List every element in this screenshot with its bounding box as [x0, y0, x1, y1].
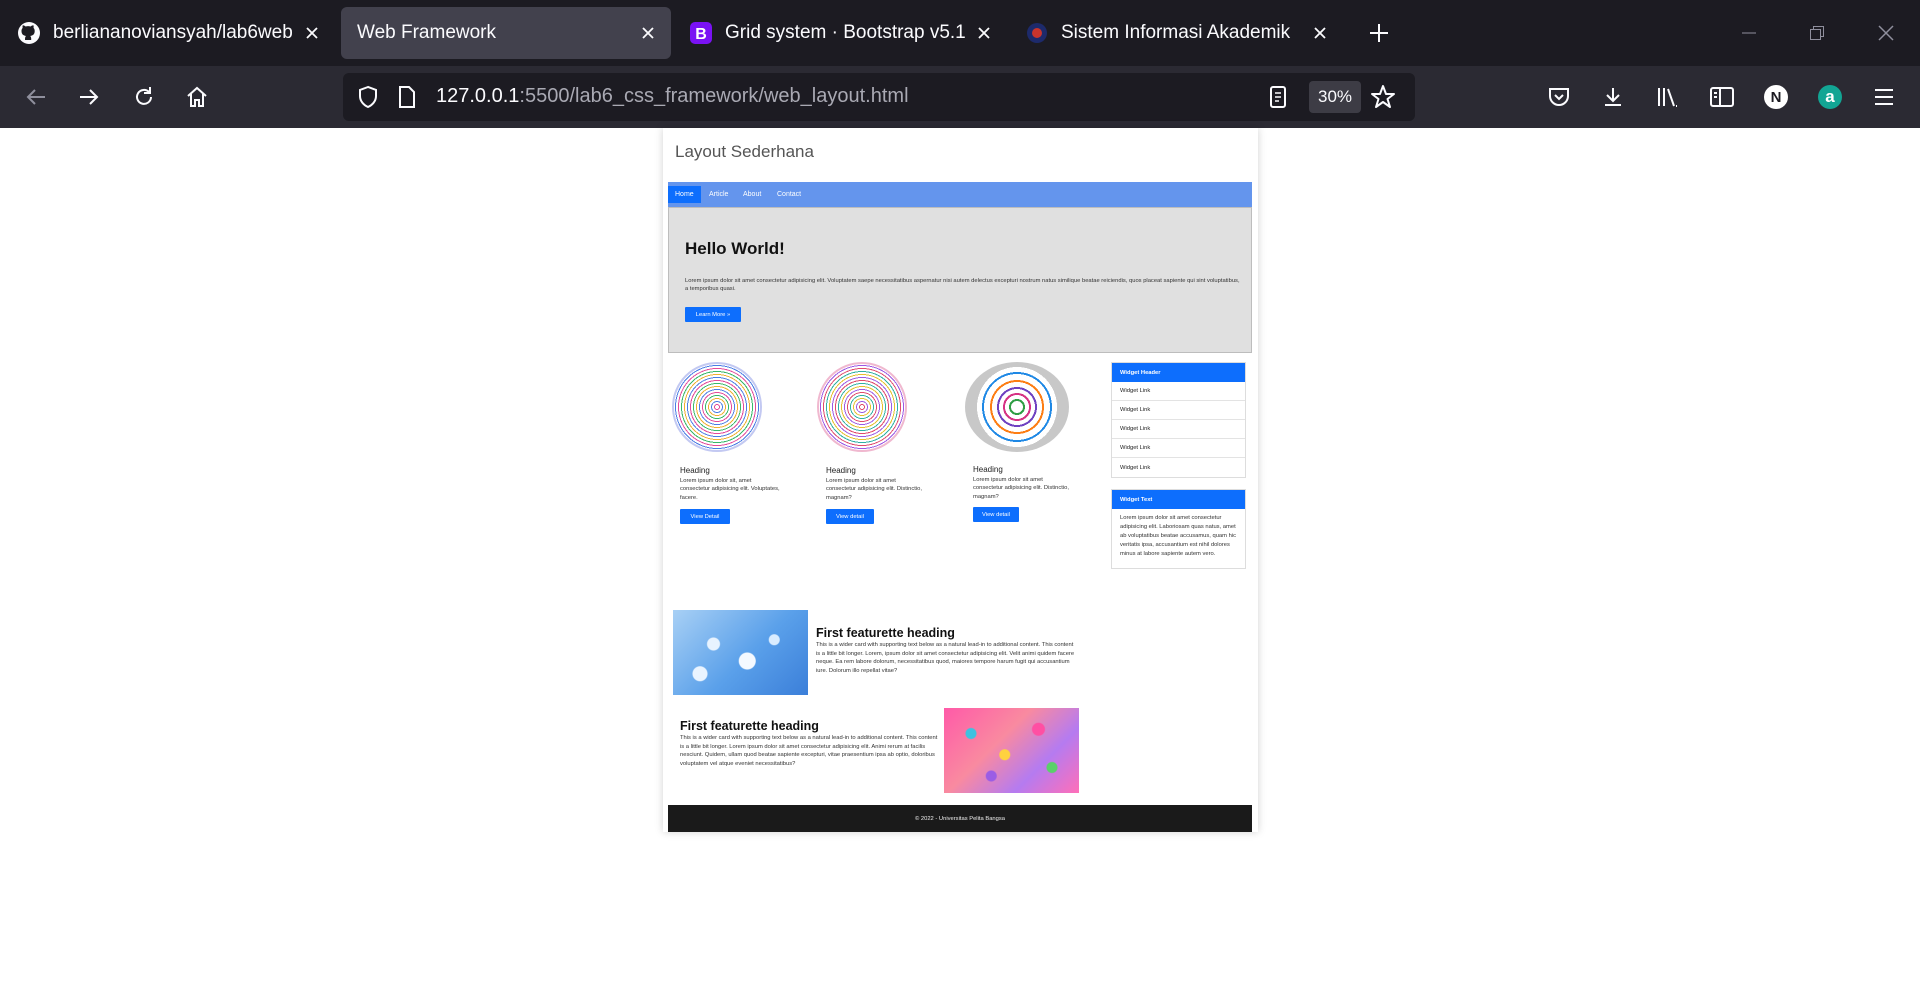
featurette-text-1: This is a wider card with supporting tex…: [816, 642, 1075, 675]
widget-link[interactable]: Widget Link: [1112, 458, 1245, 477]
learn-more-button[interactable]: Learn More »: [685, 307, 741, 322]
column-heading-2: Heading: [826, 466, 856, 475]
home-icon[interactable]: [181, 81, 213, 113]
circle-image-1: [672, 362, 762, 452]
tab-bar: berliananoviansyah/lab6web Web Framework…: [0, 0, 1920, 66]
featurette-heading-1: First featurette heading: [816, 626, 955, 640]
hero-heading: Hello World!: [685, 239, 785, 258]
close-tab-icon[interactable]: [301, 22, 323, 44]
nav-home[interactable]: Home: [668, 186, 701, 203]
navigation-toolbar: 127.0.0.1:5500/lab6_css_framework/web_la…: [0, 66, 1920, 128]
sidebar-icon[interactable]: [1706, 81, 1738, 113]
view-detail-button-2[interactable]: View detail: [826, 509, 874, 524]
widget-link[interactable]: Widget Link: [1112, 439, 1245, 458]
close-window-icon[interactable]: [1871, 18, 1901, 48]
site-title: Layout Sederhana: [675, 142, 814, 161]
hero-text: Lorem ipsum dolor sit amet consectetur a…: [685, 278, 1240, 293]
reader-view-icon[interactable]: [1263, 82, 1293, 112]
circle-image-2: [817, 362, 907, 452]
widget-link[interactable]: Widget Link: [1112, 420, 1245, 439]
featurette-image-crystals: [673, 610, 808, 695]
profile-avatar[interactable]: N: [1760, 81, 1792, 113]
view-detail-button-3[interactable]: View detail: [973, 507, 1019, 522]
column-text-3: Lorem ipsum dolor sit amet consectetur a…: [973, 477, 1070, 500]
menu-icon[interactable]: [1868, 81, 1900, 113]
widget-link[interactable]: Widget Link: [1112, 401, 1245, 420]
url-host: 127.0.0.1: [436, 85, 520, 107]
tab-title: Grid system · Bootstrap v5.1: [725, 22, 966, 43]
tab-title: Sistem Informasi Akademik: [1061, 22, 1291, 43]
column-heading-3: Heading: [973, 465, 1003, 474]
extension-icon[interactable]: a: [1814, 81, 1846, 113]
tracking-shield-icon[interactable]: [353, 82, 383, 112]
widget-links: Widget Header Widget Link Widget Link Wi…: [1111, 362, 1246, 478]
tab-bootstrap-grid[interactable]: B Grid system · Bootstrap v5.1: [677, 7, 1007, 59]
url-text[interactable]: 127.0.0.1:5500/lab6_css_framework/web_la…: [436, 85, 909, 108]
nav-about[interactable]: About: [736, 186, 768, 203]
widget-text-header: Widget Text: [1112, 490, 1245, 509]
close-tab-icon[interactable]: [637, 22, 659, 44]
nav-contact[interactable]: Contact: [770, 186, 808, 203]
bootstrap-icon: B: [689, 21, 713, 45]
zoom-indicator[interactable]: 30%: [1309, 81, 1361, 113]
url-path: :5500/lab6_css_framework/web_layout.html: [519, 85, 909, 107]
back-icon[interactable]: [20, 81, 52, 113]
hero-jumbotron: Hello World! Lorem ipsum dolor sit amet …: [668, 207, 1252, 353]
featurette-image-candies: [944, 708, 1079, 793]
close-tab-icon[interactable]: [973, 22, 995, 44]
tab-web-framework[interactable]: Web Framework: [341, 7, 671, 59]
column-text-1: Lorem ipsum dolor sit, amet consectetur …: [680, 478, 780, 501]
widget-link[interactable]: Widget Link: [1112, 382, 1245, 401]
university-logo-icon: [1025, 21, 1049, 45]
view-detail-button-1[interactable]: View Detail: [680, 509, 730, 524]
pocket-icon[interactable]: [1543, 81, 1575, 113]
new-tab-icon[interactable]: [1364, 18, 1394, 48]
forward-icon[interactable]: [73, 81, 105, 113]
widget-header: Widget Header: [1112, 363, 1245, 382]
bookmark-star-icon[interactable]: [1368, 82, 1398, 112]
tab-title: berliananoviansyah/lab6web: [53, 22, 293, 43]
circle-image-3: [965, 362, 1069, 452]
nav-article[interactable]: Article: [702, 186, 735, 203]
column-text-2: Lorem ipsum dolor sit amet consectetur a…: [826, 478, 923, 501]
restore-icon[interactable]: [1802, 18, 1832, 48]
library-icon[interactable]: [1652, 81, 1684, 113]
tab-sistem-informasi[interactable]: Sistem Informasi Akademik: [1013, 7, 1343, 59]
site-nav: Home Article About Contact: [668, 182, 1252, 207]
tab-github[interactable]: berliananoviansyah/lab6web: [5, 7, 335, 59]
downloads-icon[interactable]: [1597, 81, 1629, 113]
minimize-icon[interactable]: [1734, 18, 1764, 48]
close-tab-icon[interactable]: [1309, 22, 1331, 44]
github-icon: [17, 21, 41, 45]
page-info-icon[interactable]: [392, 82, 422, 112]
widget-text: Lorem ipsum dolor sit amet consectetur a…: [1120, 515, 1237, 557]
tab-title: Web Framework: [357, 22, 497, 43]
featurette-heading-2: First featurette heading: [680, 719, 819, 733]
site-container: Layout Sederhana Home Article About Cont…: [663, 128, 1258, 832]
site-footer: © 2022 - Universitas Pelita Bangsa: [668, 805, 1252, 832]
page-viewport: Layout Sederhana Home Article About Cont…: [0, 128, 1920, 1000]
reload-icon[interactable]: [128, 81, 160, 113]
column-heading-1: Heading: [680, 466, 710, 475]
svg-text:B: B: [695, 26, 707, 43]
address-bar[interactable]: 127.0.0.1:5500/lab6_css_framework/web_la…: [343, 73, 1415, 121]
featurette-text-2: This is a wider card with supporting tex…: [680, 735, 938, 768]
widget-text-box: Widget Text Lorem ipsum dolor sit amet c…: [1111, 489, 1246, 569]
